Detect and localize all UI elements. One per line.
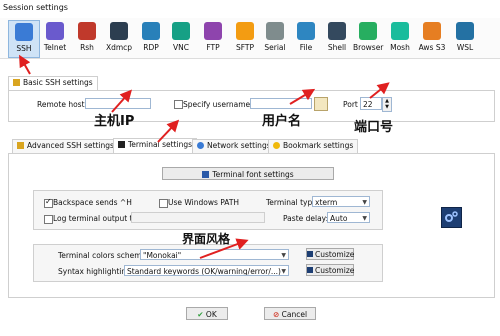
annotation-arrows [19, 54, 390, 259]
annotation-host-ip: 主机IP [94, 114, 135, 129]
annotation-ui-style: 界面风格 [182, 232, 231, 246]
annotation-username: 用户名 [262, 114, 302, 129]
arrow-to-username [289, 88, 316, 105]
annotation-port: 端口号 [354, 120, 394, 135]
arrow-to-terminal-tab [157, 119, 180, 143]
arrow-to-port [369, 82, 390, 99]
arrow-to-ssh [19, 54, 31, 75]
